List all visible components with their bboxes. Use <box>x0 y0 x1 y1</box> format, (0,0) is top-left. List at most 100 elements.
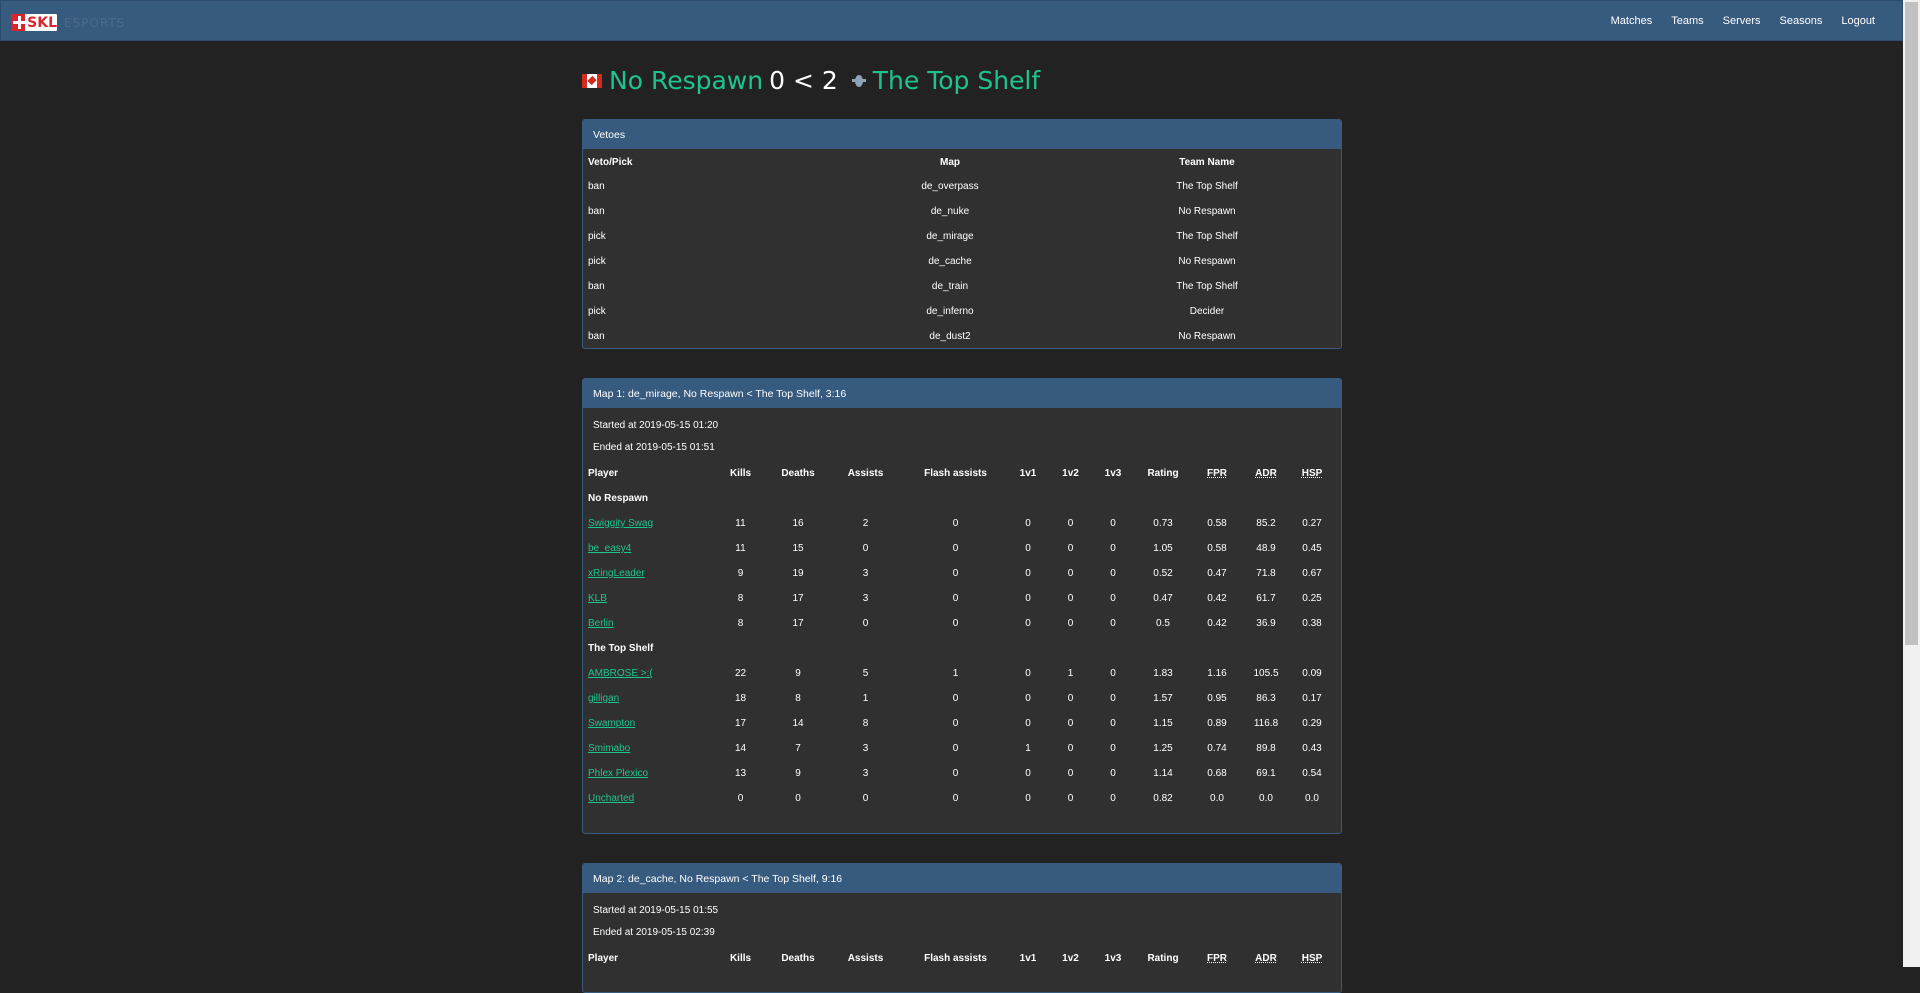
scrollbar-thumb[interactable] <box>1905 2 1918 645</box>
stat-column-label: 1v1 <box>1019 468 1037 479</box>
veto-row: pick de_inferno Decider <box>583 299 1341 324</box>
nav-teams[interactable]: Teams <box>1671 15 1703 27</box>
veto-type: pick <box>588 306 606 317</box>
stat-cell: 13 <box>734 768 747 779</box>
stat-cell: 8 <box>862 718 869 729</box>
nav-servers[interactable]: Servers <box>1723 15 1761 27</box>
player-link[interactable]: Uncharted <box>588 793 634 804</box>
stat-cell: 0 <box>1110 593 1116 604</box>
brand-logo[interactable]: SKL ESPORTS <box>11 14 125 31</box>
stat-column-header: HSP <box>1291 461 1333 486</box>
map2-stats-table: Player Kills Deaths Assists Flash assists 1v1… <box>588 946 1333 971</box>
player-link[interactable]: Berlin <box>588 618 614 629</box>
stat-cell: 0.0 <box>1305 793 1319 804</box>
stat-column-header: ADR <box>1241 461 1291 486</box>
player-link[interactable]: KLB <box>588 593 607 604</box>
stat-column-header: 1v1 <box>1008 461 1048 486</box>
stat-cell: 0 <box>1067 743 1074 754</box>
stat-column-header: Flash assists <box>903 946 1008 971</box>
stat-column-label: Rating <box>1147 468 1179 479</box>
stat-cell: 0 <box>1110 668 1116 679</box>
stat-cell: 16 <box>792 518 804 529</box>
player-link[interactable]: Phlex Plexico <box>588 768 648 779</box>
stat-cell: 0.09 <box>1302 668 1322 679</box>
team-header-row: No Respawn <box>588 486 1333 511</box>
stat-cell: 0 <box>1067 793 1074 804</box>
stat-cell: 1.15 <box>1153 718 1173 729</box>
stat-column-label: Rating <box>1147 953 1179 964</box>
stat-cell: 0 <box>1110 568 1116 579</box>
stat-cell: 0.5 <box>1156 618 1170 629</box>
stat-cell: 1 <box>1067 668 1074 679</box>
player-row: KLB 8 17 3 0 0 0 0 0.47 0.42 61.7 0.25 <box>588 586 1333 611</box>
brand-logo-text: SKL <box>27 14 57 31</box>
veto-map: de_inferno <box>926 306 974 317</box>
player-link[interactable]: AMBROSE >:( <box>588 668 653 679</box>
stat-cell: 36.9 <box>1256 618 1276 629</box>
map1-ended: Ended at 2019-05-15 01:51 <box>593 442 715 453</box>
veto-row: ban de_dust2 No Respawn <box>583 324 1341 348</box>
player-cell: Swiggity Swag <box>588 511 713 536</box>
player-link[interactable]: gilligan <box>588 693 619 704</box>
player-row: be_easy4 11 15 0 0 0 0 0 1.05 0.58 48.9 0.45 <box>588 536 1333 561</box>
stat-cell: 0 <box>1110 793 1116 804</box>
column-header: Veto/Pick <box>588 156 633 168</box>
player-link[interactable]: xRingLeader <box>588 568 645 579</box>
veto-type: ban <box>588 281 605 292</box>
stat-cell: 0.52 <box>1153 568 1173 579</box>
nav-matches[interactable]: Matches <box>1611 15 1653 27</box>
stat-cell: 0 <box>1025 718 1031 729</box>
team-name: No Respawn <box>588 493 649 504</box>
stat-cell: 89.8 <box>1256 743 1276 754</box>
stat-cell: 0 <box>952 768 959 779</box>
team-header-row: The Top Shelf <box>588 636 1333 661</box>
stat-cell: 0 <box>952 718 959 729</box>
player-link[interactable]: Swampton <box>588 718 635 729</box>
stat-cell: 0 <box>952 568 959 579</box>
stat-cell: 3 <box>862 768 869 779</box>
stat-cell: 0 <box>1025 793 1031 804</box>
stat-cell: 5 <box>862 668 869 679</box>
stat-cell: 0 <box>795 793 801 804</box>
nav-seasons[interactable]: Seasons <box>1780 15 1823 27</box>
team2-name[interactable]: The Top Shelf <box>873 66 1040 95</box>
stat-column-label: Kills <box>729 953 752 964</box>
stat-column-label: ADR <box>1255 468 1277 479</box>
team1-name[interactable]: No Respawn <box>609 66 763 95</box>
veto-row: ban de_train The Top Shelf <box>583 274 1341 299</box>
veto-team: No Respawn <box>1178 206 1236 217</box>
stat-cell: 0 <box>952 793 959 804</box>
canada-flag-icon <box>582 73 602 88</box>
stat-cell: 0 <box>1067 518 1074 529</box>
player-link[interactable]: Swiggity Swag <box>588 518 653 529</box>
stat-cell: 0.17 <box>1302 693 1322 704</box>
stat-cell: 0.95 <box>1207 693 1227 704</box>
player-row: gilligan 18 8 1 0 0 0 0 1.57 0.95 86.3 0.17 <box>588 686 1333 711</box>
stat-cell: 8 <box>795 693 801 704</box>
stat-cell: 7 <box>795 743 801 754</box>
stat-cell: 105.5 <box>1253 668 1279 679</box>
team-name: The Top Shelf <box>588 643 654 654</box>
page-scrollbar[interactable] <box>1903 0 1920 967</box>
vetoes-heading: Vetoes <box>583 120 1341 149</box>
vetoes-table-body: ban de_overpass The Top Shelf ban de_nuke No … <box>583 174 1341 348</box>
stat-cell: 0.38 <box>1302 618 1322 629</box>
stat-cell: 0 <box>1067 768 1074 779</box>
stat-cell: 3 <box>862 743 869 754</box>
veto-type: pick <box>588 256 606 267</box>
stat-cell: 0 <box>1067 618 1074 629</box>
player-link[interactable]: be_easy4 <box>588 543 631 554</box>
player-link[interactable]: Smimabo <box>588 743 630 754</box>
stat-cell: 0.54 <box>1302 768 1322 779</box>
stat-cell: 0.73 <box>1153 518 1173 529</box>
stat-column-header: Rating <box>1133 946 1193 971</box>
stat-column-header: Deaths <box>768 461 828 486</box>
stat-cell: 0.82 <box>1153 793 1173 804</box>
veto-type: ban <box>588 181 605 192</box>
nav-logout[interactable]: Logout <box>1841 15 1875 27</box>
stat-column-header: 1v2 <box>1048 946 1093 971</box>
stat-cell: 0 <box>862 793 869 804</box>
veto-row: ban de_overpass The Top Shelf <box>583 174 1341 199</box>
stat-cell: 0 <box>862 543 869 554</box>
player-row: Uncharted 0 0 0 0 0 0 0 0.82 0.0 0.0 0.0 <box>588 786 1333 811</box>
